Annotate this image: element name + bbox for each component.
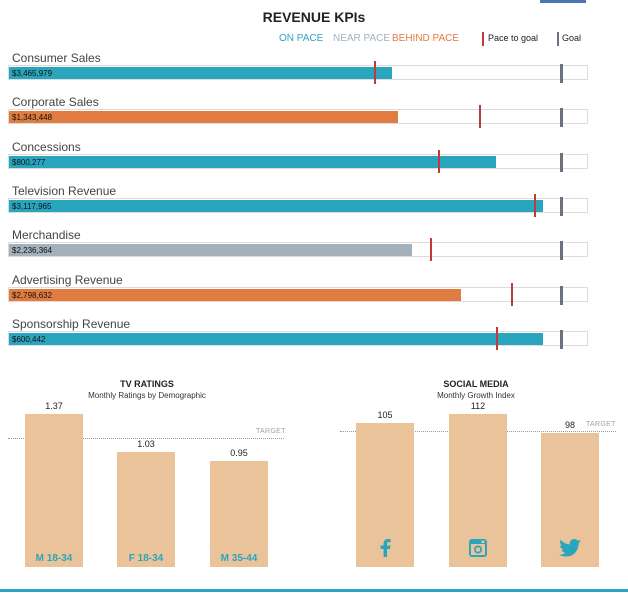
kpi-value-bar: $2,236,364 xyxy=(9,244,412,256)
kpi-pace-marker xyxy=(511,283,513,306)
legend-goal-marker xyxy=(557,32,559,46)
column-value-label: 98 xyxy=(564,420,575,430)
kpi-label: Sponsorship Revenue xyxy=(12,317,131,331)
kpi-track: $800,277 xyxy=(8,150,588,173)
kpi-track: $2,798,632 xyxy=(8,283,588,306)
column-category-label: M 35-44 xyxy=(220,553,258,564)
kpi-track: $3,117,965 xyxy=(8,194,588,217)
kpi-track: $1,343,448 xyxy=(8,105,588,128)
column-value-label: 105 xyxy=(377,410,393,420)
kpi-value-label: $600,442 xyxy=(12,335,46,344)
column-bar xyxy=(449,414,507,567)
kpi-goal-marker xyxy=(560,108,563,127)
kpi-value-label: $3,465,979 xyxy=(12,69,53,78)
column-bar xyxy=(541,433,599,567)
kpi-pace-marker xyxy=(438,150,440,173)
bottom-rule xyxy=(0,589,628,592)
kpi-value-bar: $3,465,979 xyxy=(9,67,392,79)
kpi-value-label: $1,343,448 xyxy=(12,113,53,122)
tv-target-label: TARGET xyxy=(256,428,286,435)
kpi-value-label: $2,236,364 xyxy=(12,246,53,255)
legend-behind-pace: BEHIND PACE xyxy=(392,33,460,44)
kpi-pace-marker xyxy=(374,61,376,84)
kpi-value-bar: $600,442 xyxy=(9,333,543,345)
legend-on-pace: ON PACE xyxy=(279,33,324,44)
column-value-label: 1.03 xyxy=(137,439,155,449)
column-category-label: M 18-34 xyxy=(35,553,73,564)
kpi-goal-marker xyxy=(560,64,563,83)
column-value-label: 0.95 xyxy=(230,448,248,458)
kpi-pace-marker xyxy=(496,327,498,350)
kpi-label: Corporate Sales xyxy=(12,95,99,109)
kpi-pace-marker xyxy=(479,105,481,128)
tv-ratings-title: TV RATINGS xyxy=(120,379,174,389)
kpi-goal-marker xyxy=(560,197,563,216)
kpi-goal-marker xyxy=(560,330,563,349)
kpi-pace-marker xyxy=(534,194,536,217)
column-bar xyxy=(356,423,414,567)
column-category-label: F 18-34 xyxy=(128,553,164,564)
legend-pace-marker xyxy=(482,32,484,46)
kpi-goal-marker xyxy=(560,286,563,305)
column-value-label: 112 xyxy=(470,401,486,411)
kpi-value-bar: $3,117,965 xyxy=(9,200,543,212)
facebook-icon xyxy=(356,539,414,562)
column-bar: F 18-34 xyxy=(117,452,175,567)
kpi-value-bar: $800,277 xyxy=(9,156,496,168)
page-title: REVENUE KPIs xyxy=(262,9,366,25)
column-value-label: 1.37 xyxy=(45,401,63,411)
kpi-value-label: $800,277 xyxy=(12,158,46,167)
kpi-goal-marker xyxy=(560,153,563,172)
tv-ratings-subtitle: Monthly Ratings by Demographic xyxy=(88,391,206,400)
kpi-label: Concessions xyxy=(12,140,81,154)
kpi-value-bar: $1,343,448 xyxy=(9,111,398,123)
kpi-value-label: $2,798,632 xyxy=(12,291,53,300)
kpi-track: $2,236,364 xyxy=(8,238,588,261)
legend-near-pace: NEAR PACE xyxy=(333,33,391,44)
kpi-label: Advertising Revenue xyxy=(12,273,123,287)
instagram-icon xyxy=(449,539,507,562)
legend-pace-to-goal: Pace to goal xyxy=(488,33,539,43)
kpi-track: $600,442 xyxy=(8,327,588,350)
social-media-subtitle: Monthly Growth Index xyxy=(437,391,515,400)
twitter-icon xyxy=(541,539,599,562)
corner-tab xyxy=(540,0,586,3)
kpi-value-label: $3,117,965 xyxy=(12,202,52,211)
kpi-track: $3,465,979 xyxy=(8,61,588,84)
column-bar: M 18-34 xyxy=(25,414,83,567)
kpi-label: Merchandise xyxy=(12,228,81,242)
kpi-label: Consumer Sales xyxy=(12,51,101,65)
kpi-goal-marker xyxy=(560,241,563,260)
social-media-title: SOCIAL MEDIA xyxy=(443,379,509,389)
kpi-label: Television Revenue xyxy=(12,184,117,198)
legend-goal: Goal xyxy=(562,33,582,43)
column-bar: M 35-44 xyxy=(210,461,268,567)
kpi-value-bar: $2,798,632 xyxy=(9,289,461,301)
kpi-pace-marker xyxy=(430,238,432,261)
